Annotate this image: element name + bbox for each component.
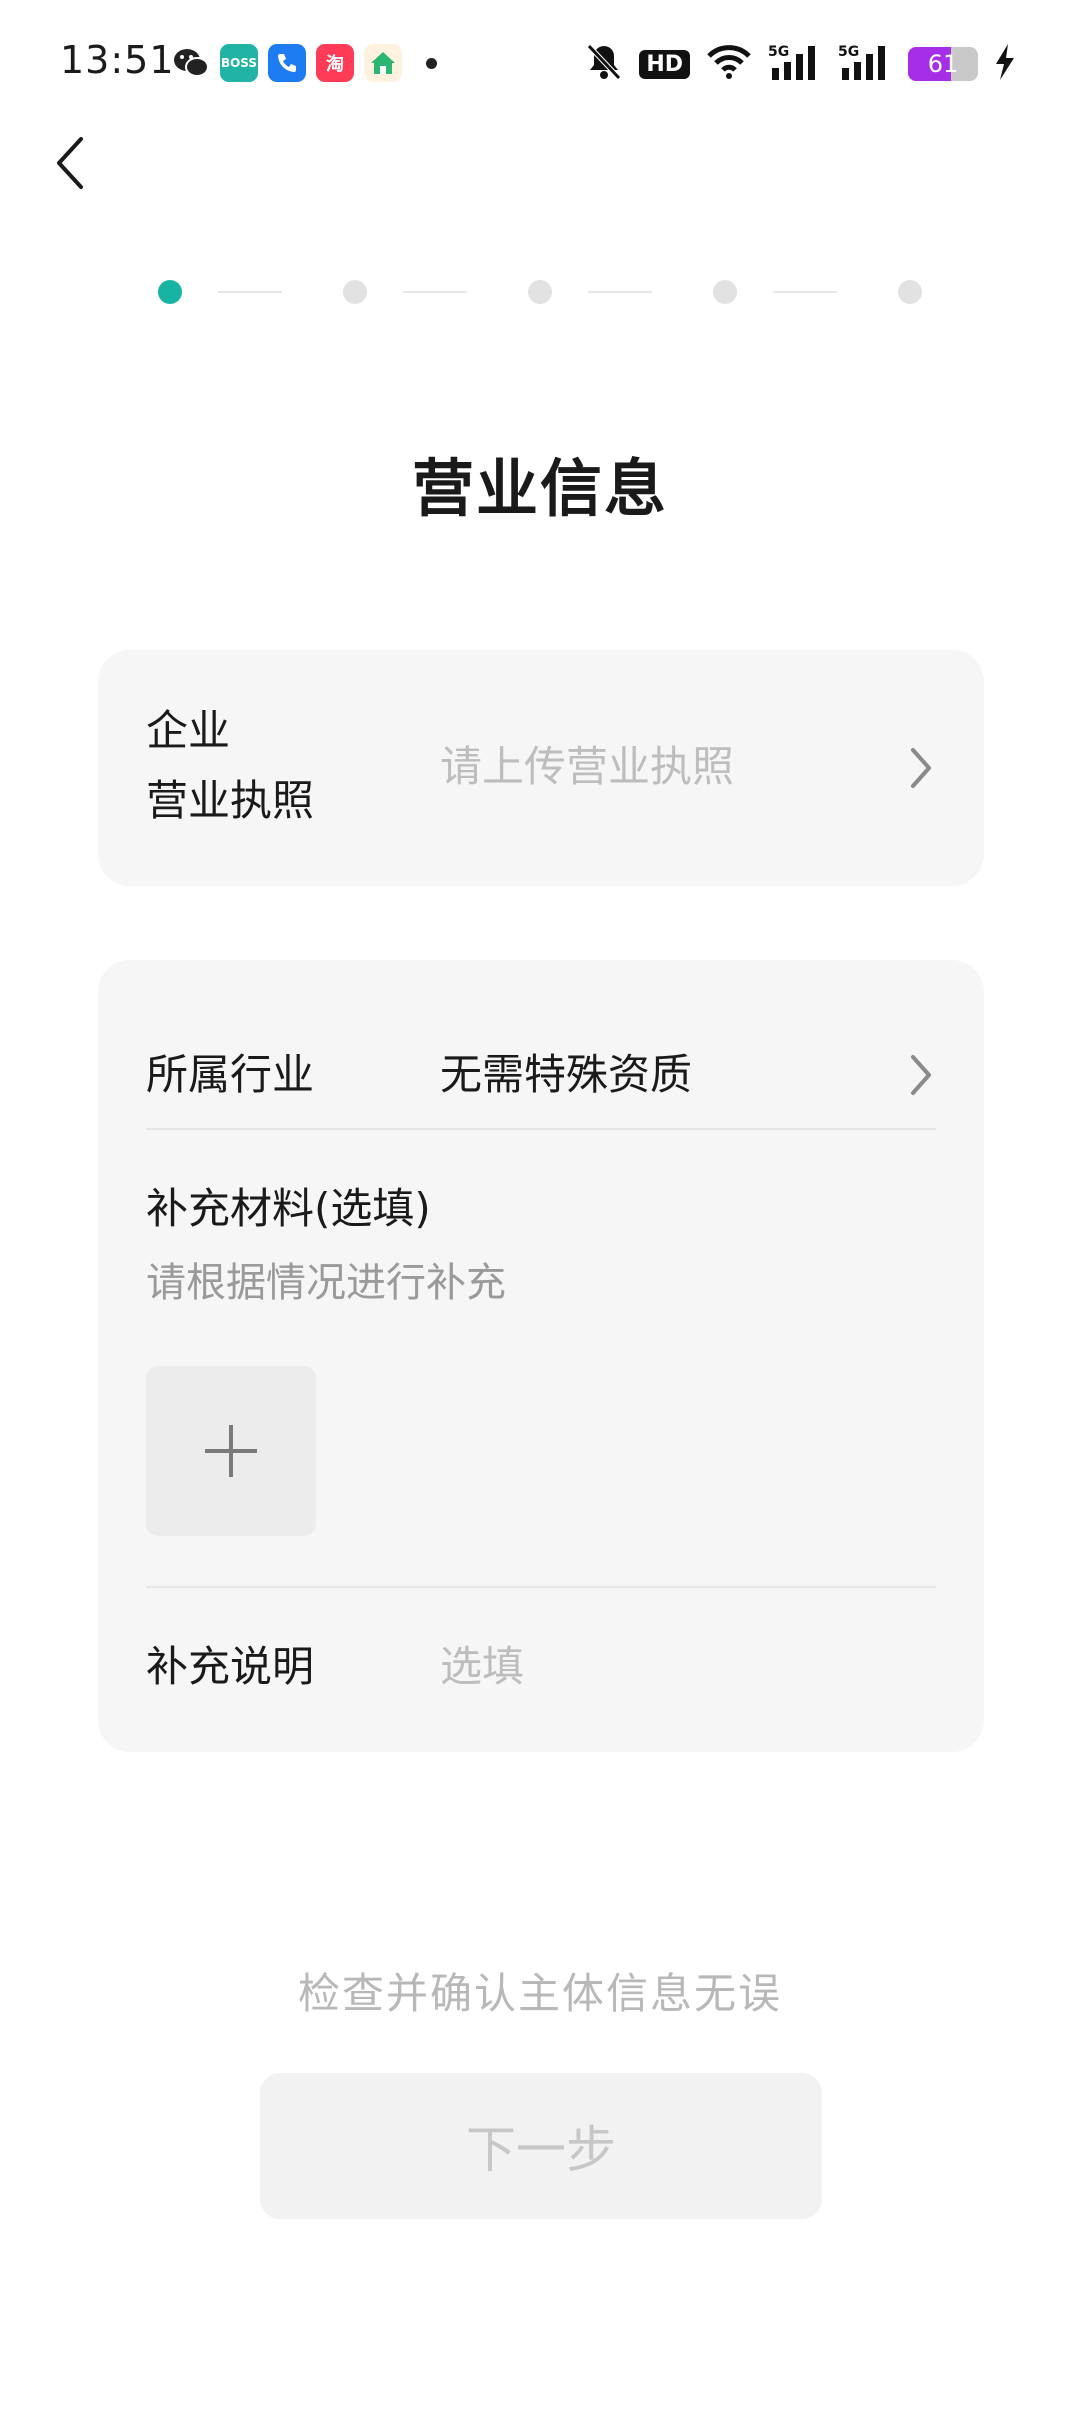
supplement-hint: 请根据情况进行补充: [146, 1260, 506, 1306]
phone-icon: [268, 44, 306, 82]
boss-icon: BOSS: [220, 44, 258, 82]
industry-label: 所属行业: [146, 1050, 315, 1099]
charging-bolt-icon: [994, 44, 1016, 84]
license-label-line1: 企业: [146, 706, 231, 755]
step-connector: [218, 291, 282, 293]
divider: [146, 1586, 936, 1588]
chevron-right-icon: [911, 1055, 931, 1095]
chevron-right-icon: [911, 748, 931, 788]
step-connector: [588, 291, 652, 293]
chevron-left-icon: [57, 137, 83, 189]
step-dot-5: [898, 280, 922, 304]
add-material-button[interactable]: [146, 1366, 316, 1536]
step-dot-3: [528, 280, 552, 304]
divider: [146, 1128, 936, 1130]
battery-level-text: 61: [927, 50, 959, 78]
home-app-icon: [364, 44, 402, 82]
supplement-label: 补充材料(选填): [146, 1184, 431, 1233]
back-button[interactable]: [40, 128, 100, 198]
industry-value[interactable]: 无需特殊资质: [440, 1040, 692, 1110]
step-dot-1: [158, 280, 182, 304]
more-notifications-dot: [426, 57, 437, 69]
wifi-icon: [706, 43, 752, 85]
next-button[interactable]: 下一步: [260, 2073, 822, 2219]
note-label: 补充说明: [146, 1642, 315, 1691]
cellular-signal-2-icon: 5G: [838, 42, 892, 86]
business-info-card: 所属行业 无需特殊资质 补充材料(选填) 请根据情况进行补充 补充说明 选填: [98, 960, 984, 1752]
status-bar: 13:51 BOSS 淘 HD 5G 5G 61: [0, 0, 1080, 128]
step-connector: [403, 291, 467, 293]
license-card[interactable]: 企业 营业执照 请上传营业执照: [98, 650, 984, 886]
step-dot-2: [343, 280, 367, 304]
svg-text:5G: 5G: [768, 44, 789, 60]
step-dot-4: [713, 280, 737, 304]
status-time: 13:51: [60, 38, 175, 82]
battery-indicator: 61: [908, 47, 978, 81]
confirm-hint: 检查并确认主体信息无误: [297, 1969, 782, 2018]
license-label-line2: 营业执照: [146, 776, 315, 825]
note-input[interactable]: 选填: [440, 1632, 524, 1702]
svg-text:5G: 5G: [838, 44, 859, 60]
cellular-signal-1-icon: 5G: [768, 42, 822, 86]
plus-icon: [205, 1425, 257, 1477]
license-upload-placeholder[interactable]: 请上传营业执照: [440, 732, 734, 802]
wechat-icon: [172, 44, 210, 82]
notification-app-icons: BOSS 淘: [172, 44, 437, 82]
page-title: 营业信息: [411, 452, 668, 525]
step-connector: [773, 291, 837, 293]
hd-voice-badge: HD: [639, 49, 690, 79]
mute-bell-icon: [585, 42, 623, 86]
step-progress-indicator: [158, 280, 928, 304]
taobao-icon: 淘: [316, 44, 354, 82]
status-indicators: HD 5G 5G 61: [585, 42, 1016, 86]
